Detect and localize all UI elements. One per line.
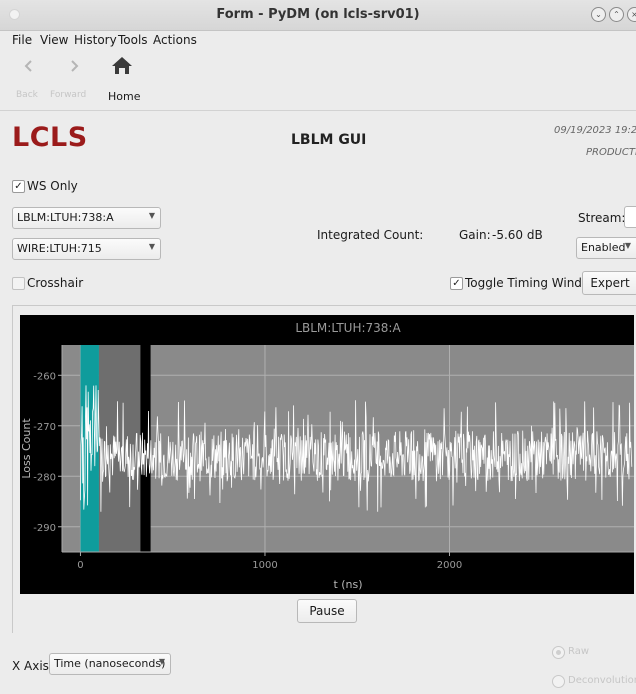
- x-axis-label: t (ns): [333, 578, 362, 591]
- menu-view[interactable]: View: [40, 33, 68, 47]
- deconvolution-radio[interactable]: [552, 675, 565, 688]
- crosshair-checkbox[interactable]: [12, 277, 25, 290]
- x-tick-label: 0: [77, 560, 83, 571]
- wire-select-value: WIRE:LTUH:715: [17, 242, 102, 255]
- xaxis-select[interactable]: Time (nanoseconds) ▼: [49, 653, 171, 675]
- mode-label: PRODUCTION: [586, 147, 636, 158]
- gain-label: Gain:: [459, 228, 491, 242]
- menu-actions[interactable]: Actions: [153, 33, 197, 47]
- deconvolution-label: Deconvolution: [568, 675, 636, 686]
- menu-file[interactable]: File: [12, 33, 32, 47]
- close-icon[interactable]: ×: [627, 7, 636, 22]
- y-axis-label: Loss Count: [20, 418, 33, 479]
- toggle-timing-checkbox[interactable]: ✓: [450, 277, 463, 290]
- window-title: Form - PyDM (on lcls-srv01): [216, 7, 420, 22]
- chevron-down-icon: ▼: [158, 657, 165, 666]
- back-arrow-icon: [24, 60, 32, 72]
- ws-only-checkbox[interactable]: ✓: [12, 180, 25, 193]
- chart-title: LBLM:LTUH:738:A: [295, 321, 401, 335]
- window-title-bar: Form - PyDM (on lcls-srv01) ⌄ ⌃ ×: [0, 0, 636, 31]
- wire-select[interactable]: WIRE:LTUH:715 ▼: [12, 238, 161, 260]
- home-button[interactable]: Home: [104, 54, 140, 104]
- page-title: LBLM GUI: [291, 132, 367, 148]
- menu-bar: File View History Tools Actions: [0, 30, 636, 50]
- y-tick-label: -270: [33, 422, 56, 433]
- x-tick-label: 2000: [437, 560, 462, 571]
- device-select[interactable]: LBLM:LTUH:738:A ▼: [12, 207, 161, 229]
- x-tick-label: 1000: [252, 560, 277, 571]
- back-button[interactable]: Back: [14, 54, 44, 104]
- stream-select[interactable]: Enabled ▼: [576, 237, 636, 259]
- forward-label: Forward: [50, 90, 87, 100]
- integrated-count-label: Integrated Count:: [317, 228, 424, 242]
- expert-button[interactable]: Expert: [582, 271, 636, 295]
- y-tick-label: -260: [33, 371, 56, 382]
- back-label: Back: [16, 90, 38, 100]
- chevron-down-icon: ▼: [148, 242, 155, 251]
- ws-only-label: WS Only: [27, 179, 78, 193]
- datetime-label: 09/19/2023 19:21:4: [554, 125, 636, 136]
- lcls-logo: LCLS: [12, 122, 88, 153]
- chevron-down-icon: ▼: [148, 211, 155, 220]
- stream-select-value: Enabled: [581, 241, 626, 254]
- home-label: Home: [108, 90, 141, 103]
- chevron-down-icon: ▼: [624, 241, 631, 250]
- navigation-toolbar: Back Forward Home: [0, 50, 636, 111]
- y-tick-label: -290: [33, 523, 56, 534]
- crosshair-label: Crosshair: [27, 276, 84, 290]
- home-icon: [112, 57, 132, 74]
- gain-value: -5.60 dB: [492, 228, 543, 242]
- raw-radio[interactable]: [552, 646, 565, 659]
- waveform-chart: LBLM:LTUH:738:A -260 -270 -280 -290 0 1000 2000…: [20, 321, 634, 591]
- y-tick-label: -280: [33, 472, 56, 483]
- forward-arrow-icon: [71, 60, 79, 72]
- toggle-timing-label: Toggle Timing Window: [465, 276, 600, 290]
- stream-input[interactable]: [624, 206, 636, 228]
- waveform-plot[interactable]: LBLM:LTUH:738:A -260 -270 -280 -290 0 1000 2000…: [20, 315, 634, 594]
- minimize-icon[interactable]: ⌄: [591, 7, 606, 22]
- forward-button[interactable]: Forward: [50, 54, 94, 104]
- maximize-icon[interactable]: ⌃: [609, 7, 624, 22]
- pause-button[interactable]: Pause: [297, 599, 357, 623]
- device-select-value: LBLM:LTUH:738:A: [17, 211, 114, 224]
- stream-label: Stream:: [578, 211, 626, 225]
- raw-label: Raw: [568, 646, 590, 657]
- xaxis-select-value: Time (nanoseconds): [54, 657, 166, 670]
- menu-tools[interactable]: Tools: [118, 33, 148, 47]
- xaxis-label: X Axis:: [12, 659, 53, 673]
- menu-history[interactable]: History: [74, 33, 117, 47]
